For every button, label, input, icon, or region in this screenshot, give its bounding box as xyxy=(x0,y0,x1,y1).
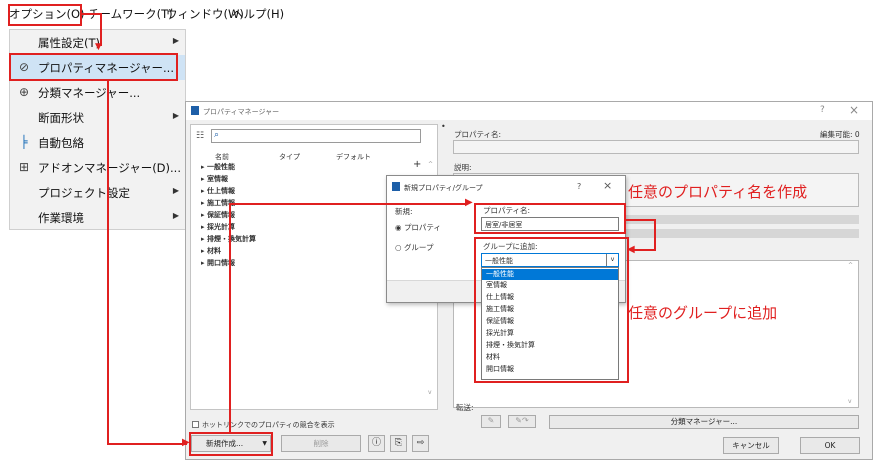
close-button[interactable]: × xyxy=(603,179,612,192)
radio-group[interactable]: ○ グループ xyxy=(395,242,434,253)
scroll-up-icon[interactable]: ^ xyxy=(428,161,433,168)
menu-item-work-environment[interactable]: 作業環境 ▶ xyxy=(10,205,185,230)
delete-button[interactable]: 削除 xyxy=(281,435,361,452)
arrow-right-icon: ▶ xyxy=(182,437,190,448)
property-name-label: プロパティ名: xyxy=(454,130,502,139)
arrow-left-icon: ◀ xyxy=(627,244,635,255)
annotation-group: 任意のグループに追加 xyxy=(628,304,778,322)
menu-item-label: 分類マネージャー... xyxy=(38,86,141,100)
scroll-down-icon[interactable]: v xyxy=(428,389,432,396)
classification-manager-button[interactable]: 分類マネージャー... xyxy=(549,415,859,429)
add-icon[interactable]: + xyxy=(413,159,421,170)
highlight-group-list xyxy=(474,237,629,383)
list-item[interactable]: ▸ 室情報 xyxy=(201,174,228,184)
menu-item-label: 属性設定(T) xyxy=(38,36,100,50)
submenu-arrow-icon: ▶ xyxy=(172,36,179,45)
junction-icon: ╞ xyxy=(20,135,28,149)
new-type-label: 新規: xyxy=(395,207,413,216)
column-header-name[interactable]: 名前 xyxy=(215,152,229,162)
group-label: 排煙・換気計算 xyxy=(206,235,256,243)
title-bar: プロパティマネージャー ? × xyxy=(186,102,872,120)
menu-help[interactable]: ヘルプ(H) xyxy=(232,6,284,22)
property-name-field[interactable] xyxy=(453,140,859,154)
list-item[interactable]: ▸ 仕上情報 xyxy=(201,186,235,196)
transfer-icon[interactable]: ✎↷ xyxy=(508,415,536,428)
window-title: プロパティマネージャー xyxy=(203,108,280,116)
menu-item-project-settings[interactable]: プロジェクト設定 ▶ xyxy=(10,180,185,205)
ok-button[interactable]: OK xyxy=(800,437,860,454)
search-icon: ⌕ xyxy=(214,130,220,140)
dialog-title: 新規プロパティ/グループ xyxy=(404,184,483,192)
close-button[interactable]: × xyxy=(849,103,859,117)
connector-line xyxy=(654,219,656,251)
column-header-type[interactable]: タイプ xyxy=(279,152,300,162)
submenu-arrow-icon: ▶ xyxy=(172,186,179,195)
highlight-options-menu xyxy=(8,4,82,26)
import-icon[interactable]: ⎘ xyxy=(390,435,407,452)
connector-line xyxy=(107,443,187,445)
connector-line xyxy=(82,13,102,15)
scroll-down-icon[interactable]: v xyxy=(848,398,852,405)
radio-property-label: プロパティ xyxy=(403,223,441,232)
group-label: 仕上情報 xyxy=(206,187,235,195)
connector-line xyxy=(626,219,656,221)
transfer-label: 転送: xyxy=(456,403,474,412)
help-button[interactable]: ? xyxy=(577,182,581,191)
addon-icon: ⊞ xyxy=(18,160,30,174)
menu-item-classification-manager[interactable]: ⊕ 分類マネージャー... xyxy=(10,80,185,105)
highlight-property-name xyxy=(474,203,626,234)
menu-bar: オプション(O) チームワーク(T) ウィンドウ(W) ヘルプ(H) xyxy=(0,0,879,30)
column-header-default[interactable]: デフォルト xyxy=(336,152,371,162)
radio-property[interactable]: ◉ プロパティ xyxy=(395,222,441,233)
editable-count: 編集可能: 0 xyxy=(820,130,860,139)
menu-item-label: 作業環境 xyxy=(38,211,84,225)
menu-item-addon-manager[interactable]: ⊞ アドオンマネージャー(D)... xyxy=(10,155,185,180)
connector-line xyxy=(229,203,231,433)
menu-item-profiles[interactable]: 断面形状 ▶ xyxy=(10,105,185,130)
hotlink-conflict-checkbox[interactable] xyxy=(192,421,199,428)
submenu-arrow-icon: ▶ xyxy=(172,211,179,220)
connector-line xyxy=(229,203,467,205)
classification-icon: ⊕ xyxy=(18,85,30,99)
connector-line xyxy=(107,81,109,445)
annotation-property-name: 任意のプロパティ名を作成 xyxy=(628,183,808,201)
help-button[interactable]: ? xyxy=(820,105,825,115)
description-label: 説明: xyxy=(454,163,472,172)
radio-group-label: グループ xyxy=(403,243,434,252)
splitter-handle[interactable]: • xyxy=(441,122,446,131)
info-icon[interactable]: ⓘ xyxy=(368,435,385,452)
app-icon xyxy=(392,182,400,191)
app-icon xyxy=(191,106,199,115)
menu-item-label: プロジェクト設定 xyxy=(38,186,130,200)
list-view-icon[interactable]: ☷ xyxy=(196,131,204,141)
hotlink-conflict-label: ホットリンクでのプロパティの競合を表示 xyxy=(202,421,335,429)
group-label: 室情報 xyxy=(206,175,228,183)
group-label: 材料 xyxy=(206,247,221,255)
list-item[interactable]: ▸ 材料 xyxy=(201,246,221,256)
submenu-arrow-icon: ▶ xyxy=(172,111,179,120)
menu-item-label: 自動包絡 xyxy=(38,136,84,150)
arrow-right-icon: ▶ xyxy=(465,197,473,208)
highlight-property-manager-item xyxy=(9,53,178,81)
group-label: 一般性能 xyxy=(206,163,235,171)
menu-item-label: アドオンマネージャー(D)... xyxy=(38,161,181,175)
pencil-icon[interactable]: ✎ xyxy=(481,415,501,428)
list-item[interactable]: ▸ 一般性能 xyxy=(201,162,235,172)
search-input[interactable]: ⌕ xyxy=(211,129,421,143)
highlight-new-button xyxy=(189,432,273,456)
cancel-button[interactable]: キャンセル xyxy=(723,437,779,454)
menu-item-label: 断面形状 xyxy=(38,111,84,125)
export-icon[interactable]: ⇨ xyxy=(412,435,429,452)
scroll-up-icon[interactable]: ^ xyxy=(848,262,853,269)
arrow-down-icon: ▼ xyxy=(95,42,102,52)
menu-item-auto-junction[interactable]: ╞ 自動包絡 xyxy=(10,130,185,155)
